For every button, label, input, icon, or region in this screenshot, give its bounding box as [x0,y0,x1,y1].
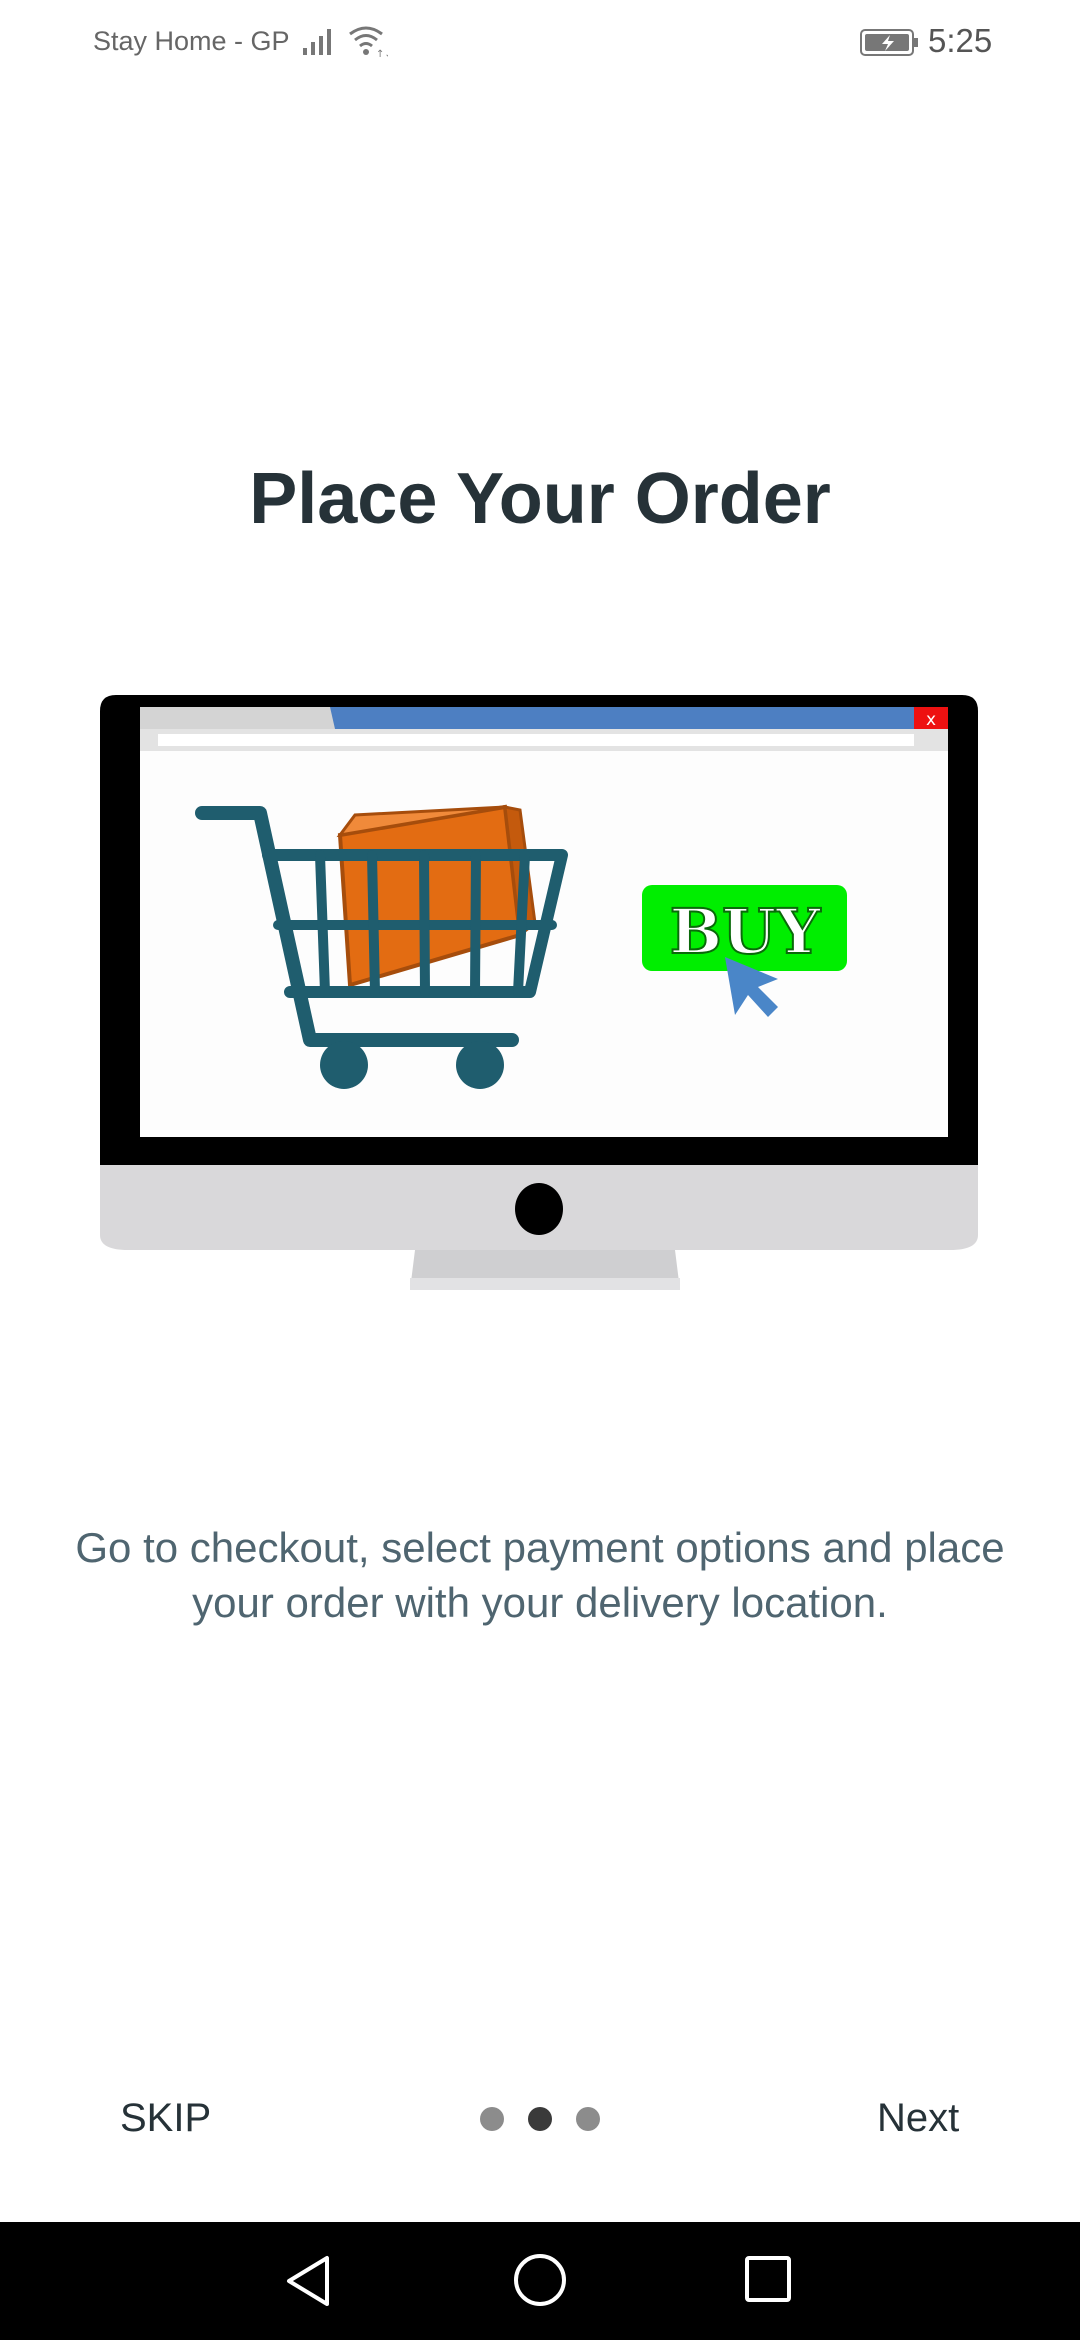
buy-text: BUY [670,895,821,968]
recents-icon[interactable] [743,2254,795,2306]
svg-text:↑↓: ↑↓ [376,49,388,58]
signal-icon [303,29,331,55]
back-icon[interactable] [283,2252,339,2310]
page-title: Place Your Order [249,459,831,539]
system-navigation-bar [0,2222,1080,2340]
next-button[interactable]: Next [852,2088,984,2149]
onboarding-description: Go to checkout, select payment options a… [75,1524,1005,1626]
battery-charging-icon [860,29,918,56]
page-dot [480,2107,504,2131]
page-indicator [480,2107,600,2133]
status-bar: Stay Home - GP ↑↓ 5:25 [0,0,1080,86]
close-icon: x [926,710,936,730]
skip-button[interactable]: SKIP [95,2088,236,2149]
status-time: 5:25 [928,22,993,59]
order-illustration: x BUY [100,695,978,1290]
page-dot-active [528,2107,552,2131]
carrier-name: Stay Home - GP [93,26,290,56]
wifi-icon: ↑↓ [349,26,388,58]
home-icon[interactable] [512,2251,568,2309]
monitor-icon: x [100,695,978,1290]
page-dot [576,2107,600,2131]
